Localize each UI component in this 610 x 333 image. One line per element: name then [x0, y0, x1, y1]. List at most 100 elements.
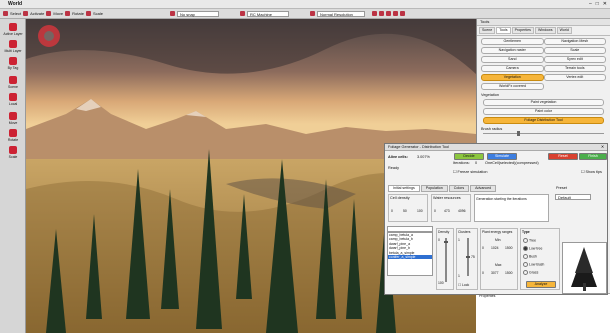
grid-icon[interactable] [386, 11, 391, 16]
tool-by-tag[interactable]: By Tag [2, 57, 24, 70]
select-icon[interactable] [3, 11, 8, 16]
paint-vegetation-button[interactable]: Paint vegetation [483, 99, 604, 106]
paint-color-button[interactable]: Paint color [483, 108, 604, 115]
light-icon[interactable] [379, 11, 384, 16]
tool-move[interactable]: Move [2, 112, 24, 125]
tips-box: Generation starting the iterations [474, 194, 549, 222]
resolution-dropdown[interactable]: Normal Resolution [317, 10, 365, 17]
brush-radius-slider[interactable] [483, 131, 604, 136]
tool-multi-layer[interactable]: Multi Layer [2, 40, 24, 53]
physics-icon[interactable] [400, 11, 405, 16]
scale-icon[interactable] [85, 11, 91, 16]
tab-windows[interactable]: Windows [534, 27, 556, 34]
min-high: 1500 [505, 246, 513, 250]
tool-scale[interactable]: Scale [2, 146, 24, 159]
type-radio-bush[interactable]: Bush [523, 254, 537, 259]
terrain-tools-button[interactable]: Terrain tools [543, 65, 606, 72]
decide-button[interactable]: Decide [454, 153, 484, 160]
vegetation-button[interactable]: Vegetation [481, 74, 544, 81]
freeze-simulation-checkbox[interactable]: ☐ Freeze simulation [453, 169, 487, 174]
move-icon[interactable] [46, 11, 52, 16]
brush-radius-knob[interactable] [517, 131, 520, 136]
list-item-selected[interactable]: conifer_a_simple [388, 255, 432, 260]
type-label: Type [522, 230, 530, 234]
dialog-close-icon[interactable]: ✕ [601, 144, 604, 150]
tab-initial-settings[interactable]: Initial settings [388, 185, 420, 192]
lock-checkbox[interactable]: ☐ Lock [458, 283, 469, 287]
tool-local[interactable]: Local [2, 93, 24, 106]
machine-icon[interactable] [240, 11, 245, 16]
scene-icon [9, 76, 17, 84]
activate-label[interactable]: Activate [30, 11, 44, 16]
reset-button[interactable]: Reset [548, 153, 578, 160]
camera-button[interactable]: Camera [481, 65, 544, 72]
scale-label[interactable]: Scale [93, 11, 103, 16]
tab-properties[interactable]: Properties [511, 27, 534, 34]
minimize-button[interactable]: – [589, 1, 592, 7]
resolution-group: Normal Resolution [310, 10, 365, 17]
camera-icon[interactable] [372, 11, 377, 16]
tab-colors[interactable]: Colors [448, 185, 470, 192]
activate-icon[interactable] [23, 11, 29, 16]
foliage-distribution-button[interactable]: Foliage Distribution Tool [483, 117, 604, 124]
tab-advanced[interactable]: Advanced [470, 185, 497, 192]
maximize-button[interactable]: □ [596, 1, 599, 7]
sand-button[interactable]: Sand [481, 56, 544, 63]
type-radio-grass[interactable]: Grass [523, 270, 538, 275]
simulate-button[interactable]: Simulate [487, 153, 517, 160]
clusters-knob[interactable] [466, 256, 470, 258]
move-label[interactable]: Move [53, 11, 63, 16]
snap-icon[interactable] [170, 11, 175, 16]
tool-rotate[interactable]: Rotate [2, 129, 24, 142]
render-icon[interactable] [393, 11, 398, 16]
select-label[interactable]: Select [10, 11, 21, 16]
density-knob[interactable] [444, 241, 448, 243]
tool-label: Local [8, 102, 18, 106]
max-low: 0 [482, 271, 484, 275]
density-label: Density [438, 230, 450, 234]
machine-dropdown[interactable]: RC Machine [247, 10, 289, 17]
tool-label: By Tag [7, 66, 19, 70]
resolution-icon[interactable] [310, 11, 315, 16]
type-radio-tree[interactable]: Tree [523, 238, 536, 243]
local-icon [9, 93, 17, 101]
worldfx-button[interactable]: WorldFx covered [481, 83, 544, 90]
clusters-value: 75 [471, 255, 475, 259]
analyze-button[interactable]: Analyze [526, 281, 556, 288]
type-radio-low-bush[interactable]: Low Bush [523, 262, 544, 267]
dialog-tabs: Initial settings Population Colors Advan… [388, 185, 497, 192]
navigation-mesh-button[interactable]: Navigation Mesh [543, 38, 606, 45]
tool-scene[interactable]: Scene [2, 76, 24, 89]
rotate-label[interactable]: Rotate [72, 11, 84, 16]
vertex-edit-button[interactable]: Vertex edit [543, 74, 606, 81]
iterations-value: 0 [475, 161, 478, 165]
tool-active-layer[interactable]: Active Layer [2, 23, 24, 36]
machine-group: RC Machine [240, 10, 289, 17]
gentlemen-button[interactable]: Gentlemen [481, 38, 544, 45]
species-list[interactable]: camp_betula_a camp_betula_b dwarf_pine_a… [387, 232, 433, 276]
tab-world[interactable]: World [556, 27, 572, 34]
density-slider[interactable] [445, 238, 447, 282]
tab-population[interactable]: Population [420, 185, 448, 192]
type-option-label: Low Bush [529, 262, 545, 267]
navigation-raster-button[interactable]: Navigation raster [481, 47, 544, 54]
show-tips-checkbox[interactable]: ☐ Show tips [581, 169, 602, 174]
snap-dropdown[interactable]: No snap [177, 10, 219, 17]
min-label: Min [495, 238, 501, 242]
type-option-label: Grass [529, 270, 539, 275]
tool-label: Active Layer [3, 32, 23, 36]
cell-density-label: Cell density [390, 196, 410, 200]
preset-dropdown[interactable]: Default [555, 194, 591, 200]
tab-tools[interactable]: Tools [496, 27, 511, 34]
window-controls: – □ ✕ [589, 1, 607, 7]
rotate-icon[interactable] [65, 11, 71, 16]
close-button[interactable]: ✕ [603, 1, 607, 7]
type-option-label: Bush [529, 254, 537, 259]
syrex-edit-button[interactable]: Syrex edit [543, 56, 606, 63]
finish-button[interactable]: Finish [579, 153, 607, 160]
alive-cells-label: Alive cells: [388, 155, 408, 159]
type-radio-low-tree[interactable]: Low tree [523, 246, 542, 251]
tab-scene[interactable]: Scene [479, 27, 496, 34]
clusters-min: 1 [458, 238, 460, 242]
scale-button[interactable]: Scale [543, 47, 606, 54]
